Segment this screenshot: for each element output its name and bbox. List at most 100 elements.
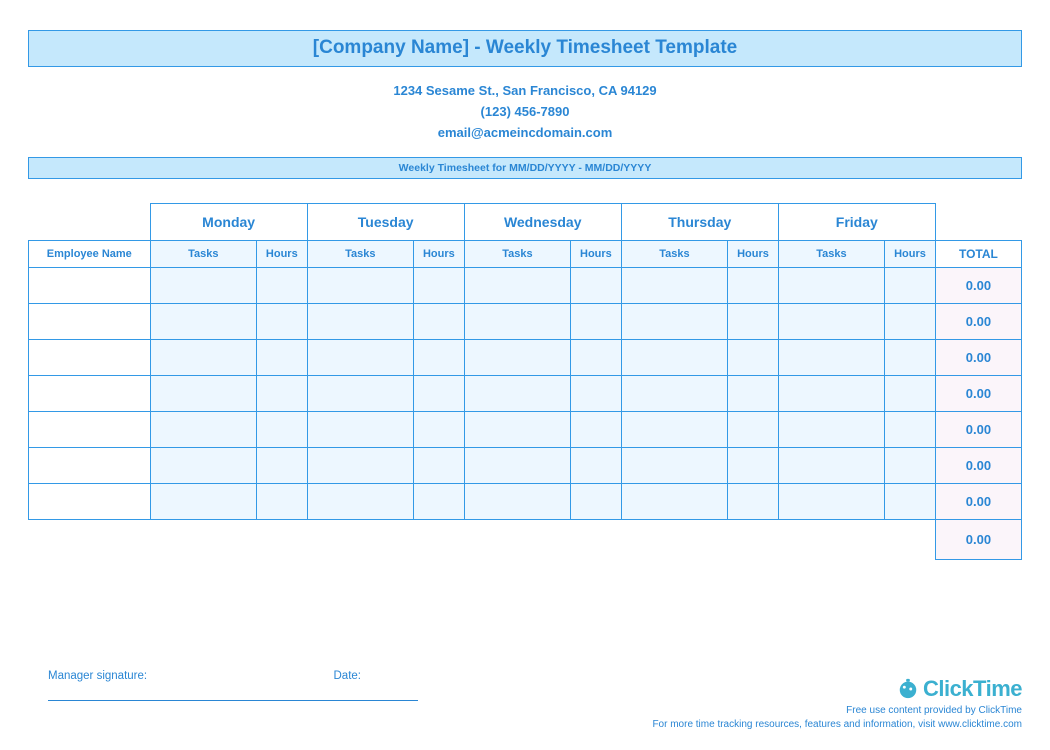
cell-hours[interactable] bbox=[414, 376, 465, 412]
cell-tasks[interactable] bbox=[150, 340, 256, 376]
cell-hours[interactable] bbox=[414, 268, 465, 304]
cell-hours[interactable] bbox=[885, 484, 936, 520]
cell-hours[interactable] bbox=[571, 376, 622, 412]
cell-tasks[interactable] bbox=[621, 340, 727, 376]
manager-signature-label: Manager signature: bbox=[48, 670, 147, 682]
cell-hours[interactable] bbox=[256, 412, 307, 448]
date-label: Date: bbox=[334, 670, 362, 682]
logo-text: ClickTime bbox=[923, 676, 1022, 702]
cell-hours[interactable] bbox=[414, 484, 465, 520]
table-row: 0.00 bbox=[29, 484, 1022, 520]
cell-tasks[interactable] bbox=[778, 484, 884, 520]
cell-hours[interactable] bbox=[414, 412, 465, 448]
cell-hours[interactable] bbox=[885, 412, 936, 448]
cell-tasks[interactable] bbox=[464, 448, 570, 484]
cell-hours[interactable] bbox=[571, 340, 622, 376]
cell-hours[interactable] bbox=[885, 268, 936, 304]
cell-emp[interactable] bbox=[29, 412, 151, 448]
cell-emp[interactable] bbox=[29, 376, 151, 412]
cell-tasks[interactable] bbox=[150, 484, 256, 520]
signature-underline bbox=[48, 700, 418, 701]
day-header-friday: Friday bbox=[778, 204, 935, 241]
cell-tasks[interactable] bbox=[464, 376, 570, 412]
cell-tasks[interactable] bbox=[307, 340, 413, 376]
cell-hours[interactable] bbox=[885, 376, 936, 412]
cell-hours[interactable] bbox=[885, 448, 936, 484]
cell-tasks[interactable] bbox=[778, 412, 884, 448]
cell-emp[interactable] bbox=[29, 340, 151, 376]
cell-tasks[interactable] bbox=[464, 340, 570, 376]
cell-tasks[interactable] bbox=[150, 304, 256, 340]
cell-hours[interactable] bbox=[256, 304, 307, 340]
cell-tasks[interactable] bbox=[778, 376, 884, 412]
cell-hours[interactable] bbox=[414, 340, 465, 376]
cell-hours[interactable] bbox=[256, 268, 307, 304]
cell-hours[interactable] bbox=[571, 412, 622, 448]
cell-emp[interactable] bbox=[29, 484, 151, 520]
cell-tasks[interactable] bbox=[464, 304, 570, 340]
col-fri-tasks: Tasks bbox=[778, 241, 884, 268]
cell-hours[interactable] bbox=[728, 304, 779, 340]
period-bar: Weekly Timesheet for MM/DD/YYYY - MM/DD/… bbox=[28, 157, 1022, 179]
col-tue-tasks: Tasks bbox=[307, 241, 413, 268]
cell-emp[interactable] bbox=[29, 304, 151, 340]
company-email: email@acmeincdomain.com bbox=[28, 123, 1022, 144]
cell-tasks[interactable] bbox=[778, 340, 884, 376]
cell-tasks[interactable] bbox=[464, 412, 570, 448]
cell-hours[interactable] bbox=[571, 304, 622, 340]
cell-tasks[interactable] bbox=[307, 304, 413, 340]
cell-hours[interactable] bbox=[728, 340, 779, 376]
cell-tasks[interactable] bbox=[307, 268, 413, 304]
cell-tasks[interactable] bbox=[150, 268, 256, 304]
cell-hours[interactable] bbox=[256, 376, 307, 412]
cell-tasks[interactable] bbox=[307, 484, 413, 520]
col-wed-tasks: Tasks bbox=[464, 241, 570, 268]
cell-tasks[interactable] bbox=[621, 484, 727, 520]
cell-tasks[interactable] bbox=[150, 412, 256, 448]
cell-tasks[interactable] bbox=[464, 484, 570, 520]
cell-tasks[interactable] bbox=[150, 448, 256, 484]
cell-hours[interactable] bbox=[256, 484, 307, 520]
table-row: 0.00 bbox=[29, 304, 1022, 340]
timesheet-table-wrap: Monday Tuesday Wednesday Thursday Friday… bbox=[28, 203, 1022, 560]
cell-hours[interactable] bbox=[571, 268, 622, 304]
cell-hours[interactable] bbox=[728, 448, 779, 484]
cell-hours[interactable] bbox=[414, 304, 465, 340]
cell-tasks[interactable] bbox=[621, 268, 727, 304]
cell-tasks[interactable] bbox=[307, 448, 413, 484]
timesheet-table: Monday Tuesday Wednesday Thursday Friday… bbox=[28, 203, 1022, 560]
table-row: 0.00 bbox=[29, 376, 1022, 412]
cell-hours[interactable] bbox=[571, 448, 622, 484]
cell-hours[interactable] bbox=[571, 484, 622, 520]
cell-tasks[interactable] bbox=[778, 448, 884, 484]
cell-hours[interactable] bbox=[728, 484, 779, 520]
cell-hours[interactable] bbox=[885, 304, 936, 340]
cell-row-total: 0.00 bbox=[935, 340, 1021, 376]
cell-tasks[interactable] bbox=[464, 268, 570, 304]
cell-hours[interactable] bbox=[728, 376, 779, 412]
cell-tasks[interactable] bbox=[621, 376, 727, 412]
cell-hours[interactable] bbox=[256, 340, 307, 376]
cell-tasks[interactable] bbox=[307, 412, 413, 448]
cell-tasks[interactable] bbox=[778, 304, 884, 340]
col-fri-hours: Hours bbox=[885, 241, 936, 268]
col-tue-hours: Hours bbox=[414, 241, 465, 268]
cell-emp[interactable] bbox=[29, 448, 151, 484]
grand-total-row: 0.00 bbox=[29, 520, 1022, 560]
cell-hours[interactable] bbox=[414, 448, 465, 484]
cell-tasks[interactable] bbox=[150, 376, 256, 412]
cell-row-total: 0.00 bbox=[935, 376, 1021, 412]
cell-tasks[interactable] bbox=[307, 376, 413, 412]
cell-tasks[interactable] bbox=[778, 268, 884, 304]
cell-tasks[interactable] bbox=[621, 448, 727, 484]
cell-hours[interactable] bbox=[256, 448, 307, 484]
company-phone: (123) 456-7890 bbox=[28, 102, 1022, 123]
cell-tasks[interactable] bbox=[621, 412, 727, 448]
cell-row-total: 0.00 bbox=[935, 304, 1021, 340]
cell-emp[interactable] bbox=[29, 268, 151, 304]
cell-tasks[interactable] bbox=[621, 304, 727, 340]
cell-hours[interactable] bbox=[728, 412, 779, 448]
cell-hours[interactable] bbox=[728, 268, 779, 304]
col-employee-name: Employee Name bbox=[29, 241, 151, 268]
cell-hours[interactable] bbox=[885, 340, 936, 376]
